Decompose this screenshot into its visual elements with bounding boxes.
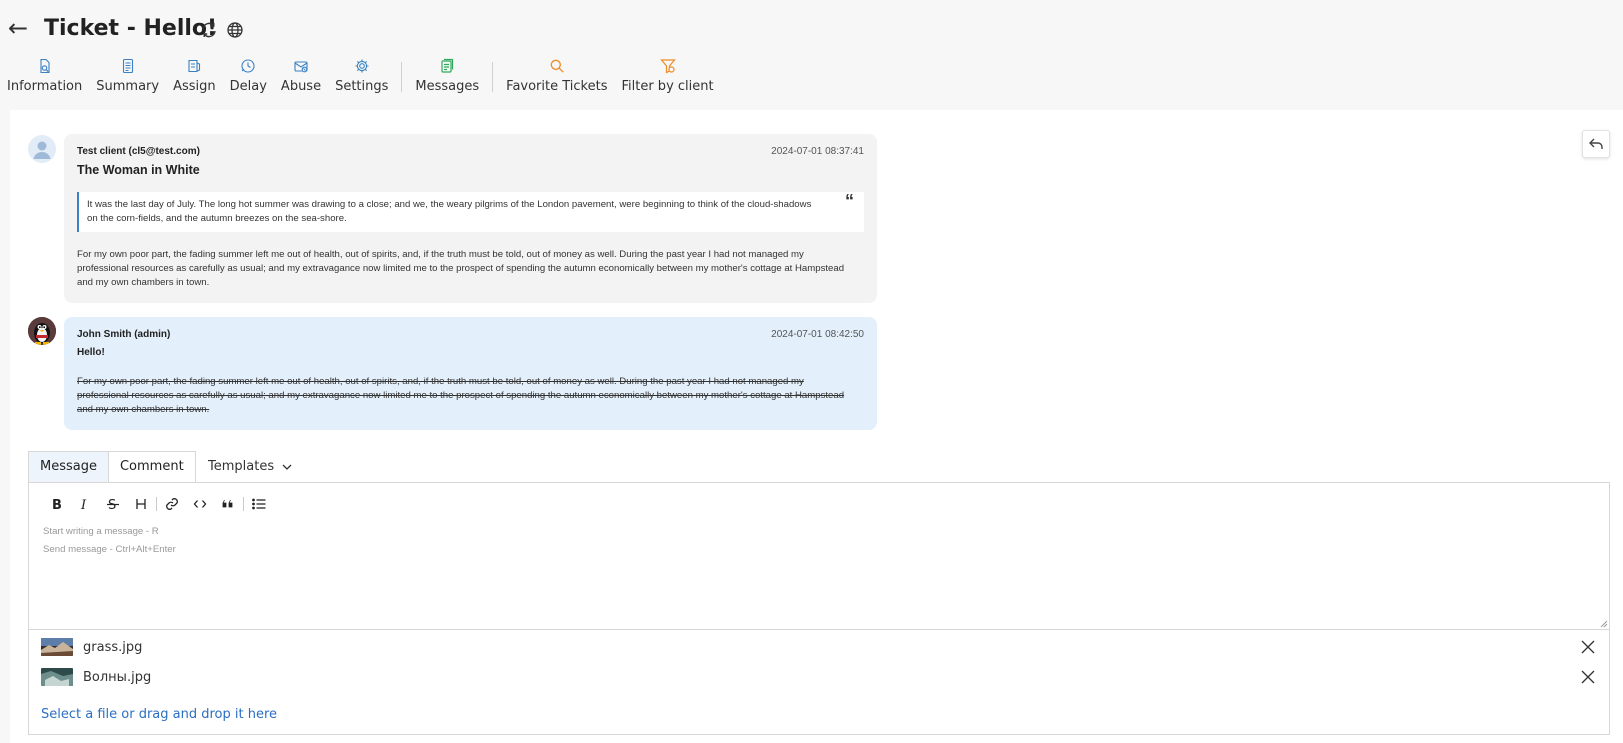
summary-icon [120, 56, 136, 76]
refresh-icon[interactable] [199, 20, 219, 40]
svg-text:I: I [80, 498, 87, 511]
format-toolbar: B I S [43, 493, 273, 515]
link-icon [166, 498, 178, 510]
toolbar-label: Favorite Tickets [506, 79, 608, 94]
upload-file-link[interactable]: Select a file or drag and drop it here [41, 707, 277, 722]
page-header: ← Ticket - Hello! Information Summary As… [0, 0, 1623, 110]
attachment-item: Волны.jpg [41, 667, 151, 687]
format-divider [243, 497, 244, 511]
composer-tabs: Message Comment [28, 451, 196, 483]
image-thumbnail [41, 638, 73, 656]
back-arrow-icon[interactable]: ← [8, 14, 28, 42]
toolbar-label: Messages [415, 79, 480, 94]
list-icon [252, 498, 266, 510]
user-icon [33, 141, 51, 159]
strikethrough-icon: S [107, 498, 119, 511]
toolbar-abuse[interactable]: Abuse [274, 56, 328, 94]
message-bubble: Test client (cl5@test.com) 2024-07-01 08… [64, 134, 877, 303]
quote-button[interactable] [214, 493, 242, 515]
remove-attachment-button[interactable] [1579, 638, 1597, 656]
tab-message[interactable]: Message [28, 451, 109, 483]
search-icon [549, 56, 565, 76]
message-greeting: Hello! [77, 347, 105, 358]
tab-comment[interactable]: Comment [108, 451, 196, 483]
code-icon [193, 500, 207, 508]
attachment-name: grass.jpg [83, 639, 143, 655]
toolbar-label: Information [7, 79, 83, 94]
templates-label: Templates [208, 459, 275, 474]
toolbar-divider [401, 62, 403, 92]
attachments-panel: grass.jpg Волны.jpg Select a file or dra… [28, 630, 1610, 735]
close-icon [1581, 670, 1595, 684]
quote-icon [222, 499, 233, 508]
format-divider [156, 497, 157, 511]
heading-icon [136, 499, 146, 509]
chevron-down-icon [282, 464, 292, 470]
attachment-item: grass.jpg [41, 637, 142, 657]
close-icon [1581, 640, 1595, 654]
toolbar-settings[interactable]: Settings [328, 56, 395, 94]
delay-icon [240, 56, 256, 76]
svg-text:B: B [52, 498, 62, 511]
toolbar-label: Delay [229, 79, 267, 94]
toolbar-information[interactable]: Information [0, 56, 89, 94]
message-subject: The Woman in White [77, 163, 200, 177]
message-author: John Smith (admin) [77, 329, 171, 340]
italic-button[interactable]: I [71, 493, 99, 515]
templates-dropdown[interactable]: Templates [208, 459, 292, 474]
toolbar-summary[interactable]: Summary [89, 56, 166, 94]
filter-icon [659, 56, 676, 76]
toolbar-assign[interactable]: Assign [166, 56, 223, 94]
message-body: For my own poor part, the fading summer … [77, 376, 845, 415]
resize-handle-icon[interactable] [1600, 620, 1608, 628]
toolbar-messages[interactable]: Messages [408, 56, 486, 94]
quote-mark-icon: “ [845, 191, 854, 211]
message-editor[interactable]: B I S Start writing a message - R Send m… [28, 482, 1610, 630]
abuse-icon [293, 56, 309, 76]
toolbar-favorite-tickets[interactable]: Favorite Tickets [499, 56, 614, 94]
message-body: For my own poor part, the fading summer … [77, 249, 845, 288]
message-quote: It was the last day of July. The long ho… [77, 192, 864, 232]
avatar [28, 135, 56, 163]
globe-icon[interactable] [225, 20, 245, 40]
toolbar-divider [492, 62, 494, 92]
heading-button[interactable] [127, 493, 155, 515]
ticket-toolbar: Information Summary Assign Delay Abuse S… [0, 56, 721, 98]
bold-icon: B [52, 498, 62, 511]
information-icon [37, 56, 53, 76]
list-button[interactable] [245, 493, 273, 515]
toolbar-filter-by-client[interactable]: Filter by client [614, 56, 720, 94]
message-author: Test client (cl5@test.com) [77, 146, 200, 157]
message-date: 2024-07-01 08:37:41 [771, 146, 864, 157]
avatar [28, 317, 56, 345]
strikethrough-button[interactable]: S [99, 493, 127, 515]
image-thumbnail [41, 668, 73, 686]
code-button[interactable] [186, 493, 214, 515]
remove-attachment-button[interactable] [1579, 668, 1597, 686]
toolbar-label: Summary [96, 79, 160, 94]
message-date: 2024-07-01 08:42:50 [771, 329, 864, 340]
link-button[interactable] [158, 493, 186, 515]
toolbar-label: Filter by client [621, 79, 714, 94]
italic-icon: I [80, 498, 87, 511]
quote-text: It was the last day of July. The long ho… [87, 199, 812, 224]
assign-icon [186, 56, 202, 76]
message-bubble: John Smith (admin) 2024-07-01 08:42:50 H… [64, 317, 877, 430]
toolbar-label: Settings [335, 79, 389, 94]
toolbar-delay[interactable]: Delay [223, 56, 274, 94]
title-actions [199, 20, 245, 40]
reply-icon [1589, 138, 1603, 149]
toolbar-label: Assign [173, 79, 216, 94]
attachment-name: Волны.jpg [83, 669, 152, 685]
settings-icon [354, 56, 370, 76]
reply-button[interactable] [1582, 130, 1610, 158]
bold-button[interactable]: B [43, 493, 71, 515]
editor-shortcut-hint: Send message - Ctrl+Alt+Enter [43, 544, 176, 555]
penguin-avatar-icon [28, 317, 56, 345]
toolbar-label: Abuse [280, 79, 322, 94]
messages-icon [439, 56, 455, 76]
editor-placeholder: Start writing a message - R [43, 526, 159, 537]
page-title: Ticket - Hello! [44, 16, 218, 41]
